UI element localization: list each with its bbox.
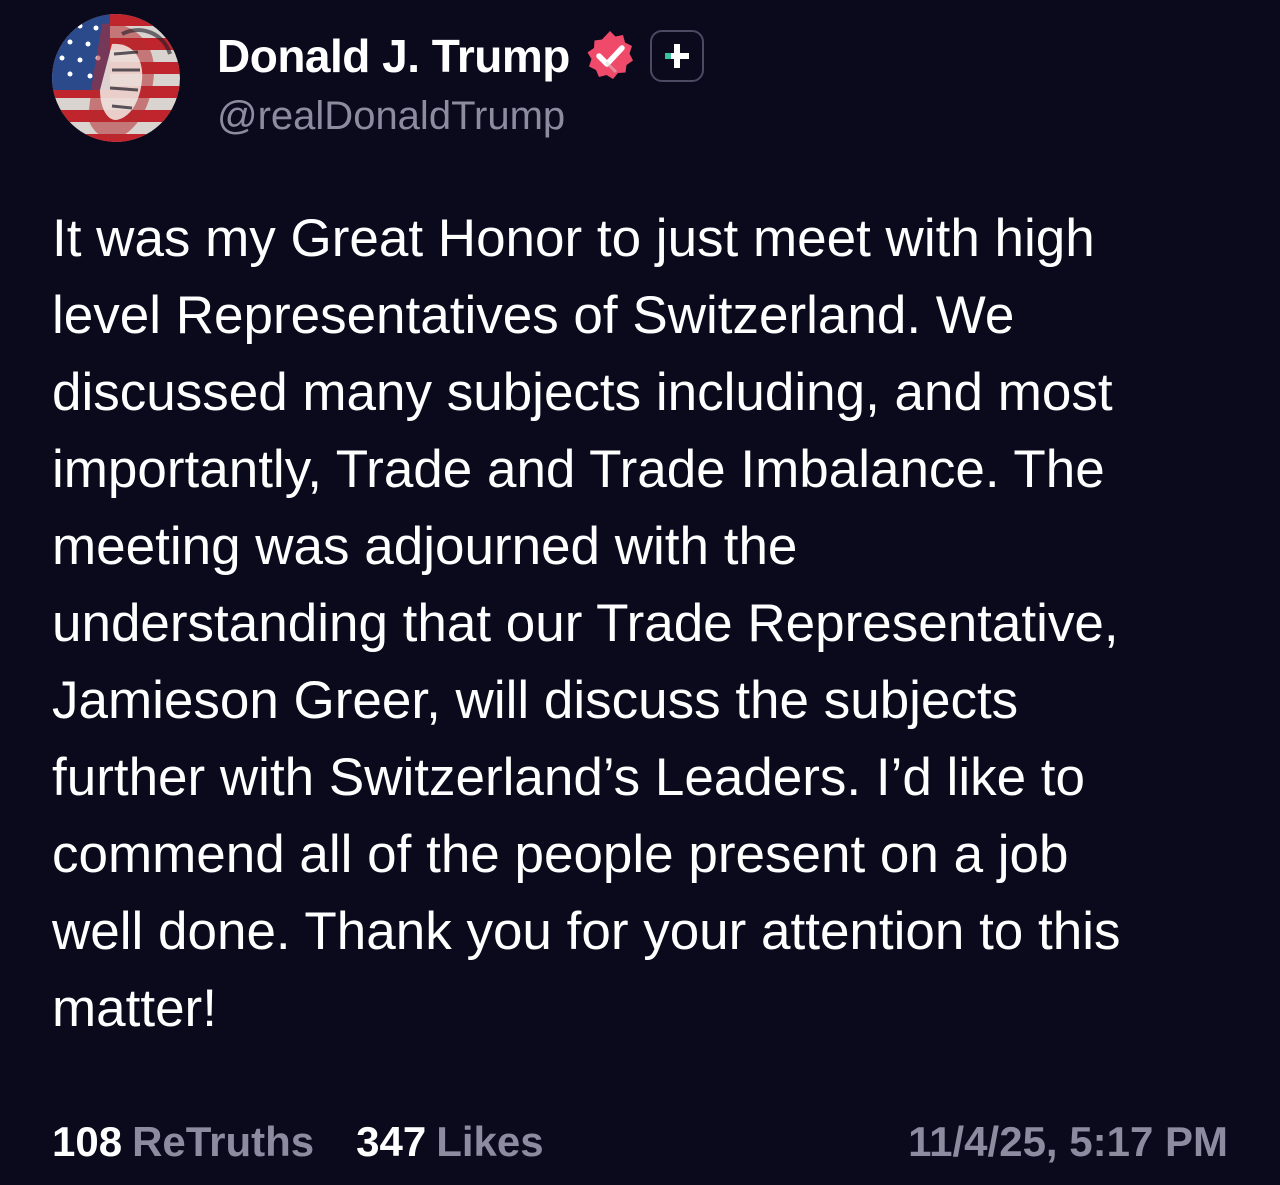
verified-badge-icon [582,28,638,84]
retruths-stat[interactable]: 108 ReTruths [52,1118,314,1166]
plus-icon [664,44,689,68]
likes-label: Likes [436,1118,544,1165]
retruths-count: 108 [52,1118,123,1165]
likes-count: 347 [356,1118,427,1165]
truth-post: Donald J. Trump @realDonaldTrump It was … [0,0,1280,1185]
avatar[interactable] [52,14,180,142]
author-handle[interactable]: @realDonaldTrump [217,94,565,139]
retruths-label: ReTruths [132,1118,315,1165]
display-name[interactable]: Donald J. Trump [217,29,570,83]
author-header: Donald J. Trump [217,24,704,88]
follow-button[interactable] [649,30,704,82]
likes-stat[interactable]: 347 Likes [356,1118,543,1166]
post-text: It was my Great Honor to just meet with … [52,209,1121,1038]
post-footer: 108 ReTruths 347 Likes 11/4/25, 5:17 PM [52,1112,1228,1172]
post-timestamp[interactable]: 11/4/25, 5:17 PM [908,1118,1228,1166]
flag-portrait-avatar-icon [52,14,180,142]
